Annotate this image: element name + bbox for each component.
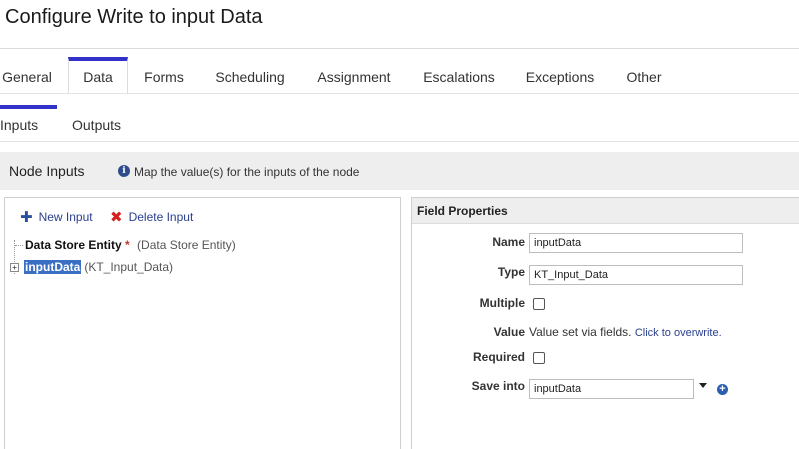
node-inputs-header: Node Inputs i Map the value(s) for the i…	[0, 152, 799, 190]
delete-input-label: Delete Input	[128, 210, 194, 224]
tab-assignment[interactable]: Assignment	[312, 57, 396, 93]
save-into-field[interactable]	[529, 379, 694, 399]
tree-item-type: (Data Store Entity)	[137, 238, 236, 252]
tree-item-data-store-entity[interactable]: Data Store Entity * (Data Store Entity)	[25, 238, 236, 252]
overwrite-link[interactable]: Click to overwrite.	[635, 327, 722, 339]
value-text: Value set via fields. Click to overwrite…	[529, 325, 722, 339]
name-field[interactable]	[529, 233, 743, 253]
tab-escalations[interactable]: Escalations	[419, 57, 499, 93]
tab-scheduling[interactable]: Scheduling	[211, 57, 289, 93]
value-label: Value	[493, 325, 525, 339]
tab-other[interactable]: Other	[621, 57, 667, 93]
section-hint: Map the value(s) for the inputs of the n…	[134, 165, 360, 179]
tab-exceptions[interactable]: Exceptions	[521, 57, 599, 93]
tabs-divider	[0, 93, 799, 94]
new-input-label: New Input	[38, 210, 93, 224]
tab-forms[interactable]: Forms	[140, 57, 188, 93]
type-label: Type	[497, 265, 525, 279]
required-checkbox[interactable]	[533, 352, 545, 364]
new-input-button[interactable]: ✚ New Input	[20, 208, 93, 226]
save-into-label: Save into	[471, 379, 525, 393]
tree-item-name-selected: inputData	[24, 260, 82, 274]
tab-general[interactable]: General	[0, 57, 54, 93]
delete-input-button[interactable]: ✖ Delete Input	[110, 208, 193, 226]
field-properties-panel: Field Properties Name Type Multiple Valu…	[411, 197, 799, 449]
inputs-tree-panel: ✚ New Input ✖ Delete Input Data Store Enti…	[4, 197, 401, 449]
tree-item-name: Data Store Entity	[25, 238, 122, 252]
multiple-checkbox[interactable]	[533, 298, 545, 310]
type-field[interactable]	[529, 265, 743, 285]
subtab-inputs[interactable]: Inputs	[0, 105, 57, 141]
field-properties-header: Field Properties	[412, 198, 799, 224]
required-label: Required	[472, 350, 525, 364]
subtab-outputs[interactable]: Outputs	[72, 105, 132, 141]
field-properties-title: Field Properties	[417, 204, 508, 218]
main-tabs: General Data Forms Scheduling Assignment…	[0, 57, 799, 94]
tree-connector-branch	[15, 245, 23, 247]
required-marker: *	[125, 238, 130, 252]
page-title: Configure Write to input Data	[5, 6, 263, 28]
info-icon: i	[118, 165, 130, 177]
subtabs-divider	[0, 141, 799, 142]
section-title: Node Inputs	[9, 163, 85, 179]
name-label: Name	[492, 235, 525, 249]
title-divider	[0, 48, 799, 49]
sub-tabs: Inputs Outputs	[0, 105, 799, 141]
chevron-down-icon[interactable]	[699, 383, 707, 388]
expand-icon[interactable]: +	[10, 263, 19, 272]
tree-item-type: (KT_Input_Data)	[84, 260, 174, 274]
tab-data[interactable]: Data	[68, 57, 128, 94]
value-description: Value set via fields.	[529, 325, 632, 339]
add-circle-icon[interactable]: +	[717, 384, 728, 395]
tree-item-inputdata[interactable]: inputData (KT_Input_Data)	[24, 260, 173, 274]
multiple-label: Multiple	[479, 296, 525, 310]
delete-x-icon: ✖	[110, 209, 123, 226]
plus-icon: ✚	[20, 209, 33, 226]
